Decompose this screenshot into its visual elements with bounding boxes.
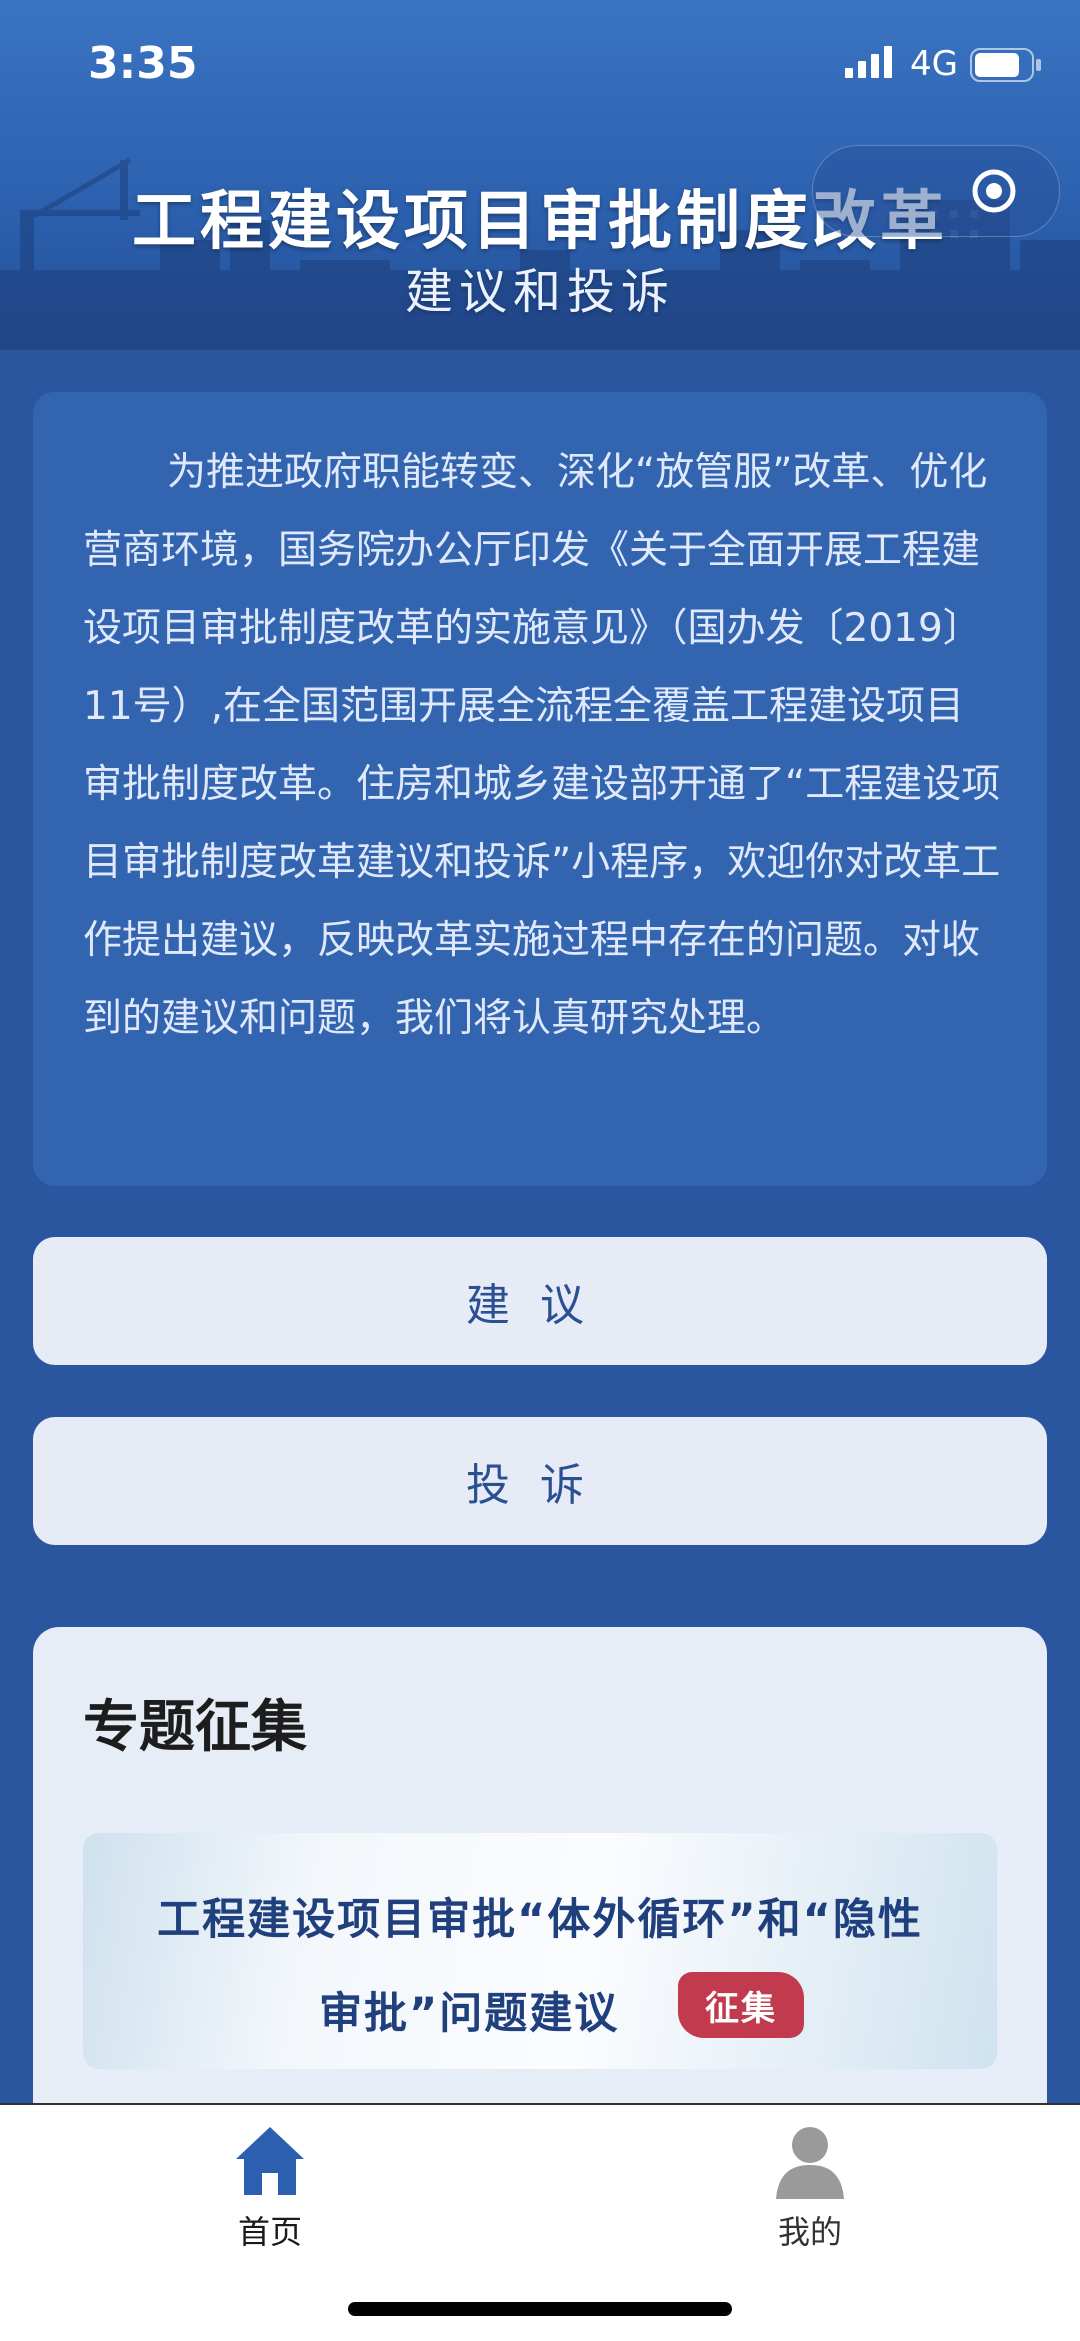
tab-mine[interactable]: 我的 <box>730 2121 890 2253</box>
topic-title: 专题征集 <box>83 1695 307 1760</box>
status-bar: 3:35 4G <box>0 0 1080 130</box>
signal-icon <box>845 46 892 78</box>
topic-banner[interactable]: 工程建设项目审批“体外循环”和“隐性 审批”问题建议 征集 <box>83 1833 997 2069</box>
close-target-icon[interactable] <box>971 168 1017 214</box>
battery-icon <box>970 48 1041 82</box>
topic-tag-badge: 征集 <box>678 1972 804 2038</box>
page: 3:35 4G 工程建设项目审批制度改革 建议和投诉 为推进政府职能转变、深化“… <box>0 0 1080 2341</box>
network-type: 4G <box>910 44 958 84</box>
user-icon <box>776 2127 844 2199</box>
miniprogram-capsule[interactable] <box>812 145 1060 237</box>
home-indicator[interactable] <box>348 2302 732 2316</box>
tab-home[interactable]: 首页 <box>190 2121 350 2253</box>
topic-banner-line1: 工程建设项目审批“体外循环”和“隐性 <box>157 1895 923 1945</box>
intro-card: 为推进政府职能转变、深化“放管服”改革、优化营商环境，国务院办公厅印发《关于全面… <box>33 392 1047 1186</box>
tab-home-label: 首页 <box>237 2213 302 2251</box>
home-icon <box>236 2127 304 2195</box>
header-banner: 3:35 4G 工程建设项目审批制度改革 建议和投诉 <box>0 0 1080 350</box>
status-time: 3:35 <box>88 38 198 89</box>
intro-text: 为推进政府职能转变、深化“放管服”改革、优化营商环境，国务院办公厅印发《关于全面… <box>83 450 1001 1041</box>
tab-mine-label: 我的 <box>777 2213 842 2251</box>
topic-banner-line2: 审批”问题建议 <box>319 1989 620 2039</box>
suggest-button[interactable]: 建议 <box>33 1237 1047 1365</box>
complain-button[interactable]: 投诉 <box>33 1417 1047 1545</box>
page-subtitle: 建议和投诉 <box>404 264 675 320</box>
